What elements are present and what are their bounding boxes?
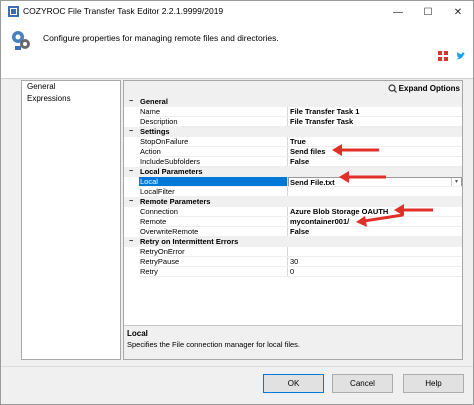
close-button[interactable]: ✕ <box>443 1 473 23</box>
cancel-button[interactable]: Cancel <box>332 374 393 393</box>
property-row[interactable]: RetryPause 30 <box>124 257 462 267</box>
property-row[interactable]: Action Send files <box>124 147 462 157</box>
footer-divider <box>1 366 473 367</box>
property-row[interactable]: LocalFilter <box>124 187 462 197</box>
expand-options-icon <box>388 84 397 93</box>
property-row[interactable]: StopOnFailure True <box>124 137 462 147</box>
description-pane: Local Specifies the File connection mana… <box>124 325 462 359</box>
page-item-general[interactable]: General <box>22 81 120 93</box>
category-label: Remote Parameters <box>140 197 211 206</box>
category-label: Retry on Intermittent Errors <box>140 237 239 246</box>
property-row[interactable]: Retry 0 <box>124 267 462 277</box>
category-label: Settings <box>140 127 170 136</box>
property-row[interactable]: Description File Transfer Task <box>124 117 462 127</box>
editor-window: COZYROC File Transfer Task Editor 2.2.1.… <box>0 0 474 405</box>
annotation-arrow-action <box>332 144 379 156</box>
collapse-toggle-icon[interactable]: − <box>124 237 138 247</box>
annotation-arrow-local <box>339 171 386 183</box>
property-row[interactable]: IncludeSubfolders False <box>124 157 462 167</box>
description-title: Local <box>127 329 148 338</box>
page-list: General Expressions <box>21 80 121 360</box>
category-row[interactable]: − General <box>124 97 462 107</box>
help-button[interactable]: Help <box>403 374 464 393</box>
app-icon <box>8 6 19 17</box>
category-label: Local Parameters <box>140 167 203 176</box>
task-gears-icon <box>12 31 30 50</box>
title-bar[interactable]: COZYROC File Transfer Task Editor 2.2.1.… <box>1 1 473 23</box>
twitter-icon[interactable] <box>455 51 466 62</box>
header-banner: Configure properties for managing remote… <box>1 23 473 78</box>
options-toolbar: Expand Options <box>124 81 462 97</box>
row-separator <box>139 276 462 277</box>
header-divider <box>1 78 473 79</box>
property-row[interactable]: RetryOnError <box>124 247 462 257</box>
annotation-arrow-remote <box>356 213 404 227</box>
window-title: COZYROC File Transfer Task Editor 2.2.1.… <box>23 6 224 16</box>
property-row[interactable]: OverwriteRemote False <box>124 227 462 237</box>
property-panel: Expand Options − General Name File Transfer… <box>123 80 463 360</box>
category-row[interactable]: − Local Parameters <box>124 167 462 177</box>
collapse-toggle-icon[interactable]: − <box>124 127 138 137</box>
category-row[interactable]: − Settings <box>124 127 462 137</box>
expand-options-button[interactable]: Expand Options <box>388 84 460 93</box>
dropdown-arrow-icon[interactable]: ▾ <box>451 178 461 186</box>
page-item-expressions[interactable]: Expressions <box>22 93 120 105</box>
description-text: Specifies the File connection manager fo… <box>127 340 301 349</box>
collapse-toggle-icon[interactable]: − <box>124 197 138 207</box>
category-row[interactable]: − Retry on Intermittent Errors <box>124 237 462 247</box>
maximize-button[interactable]: ☐ <box>413 1 443 23</box>
property-row[interactable]: Local Send File.txt ▾ <box>124 177 462 187</box>
social-icons <box>438 51 466 62</box>
collapse-toggle-icon[interactable]: − <box>124 97 138 107</box>
expand-options-label: Expand Options <box>398 84 460 93</box>
share-icon[interactable] <box>438 51 449 62</box>
ok-button[interactable]: OK <box>263 374 324 393</box>
minimize-button[interactable]: — <box>383 1 413 23</box>
collapse-toggle-icon[interactable]: − <box>124 167 138 177</box>
header-description: Configure properties for managing remote… <box>43 33 279 43</box>
property-row[interactable]: Name File Transfer Task 1 <box>124 107 462 117</box>
property-row[interactable]: Remote mycontainer001/ <box>124 217 462 227</box>
category-label: General <box>140 97 168 106</box>
